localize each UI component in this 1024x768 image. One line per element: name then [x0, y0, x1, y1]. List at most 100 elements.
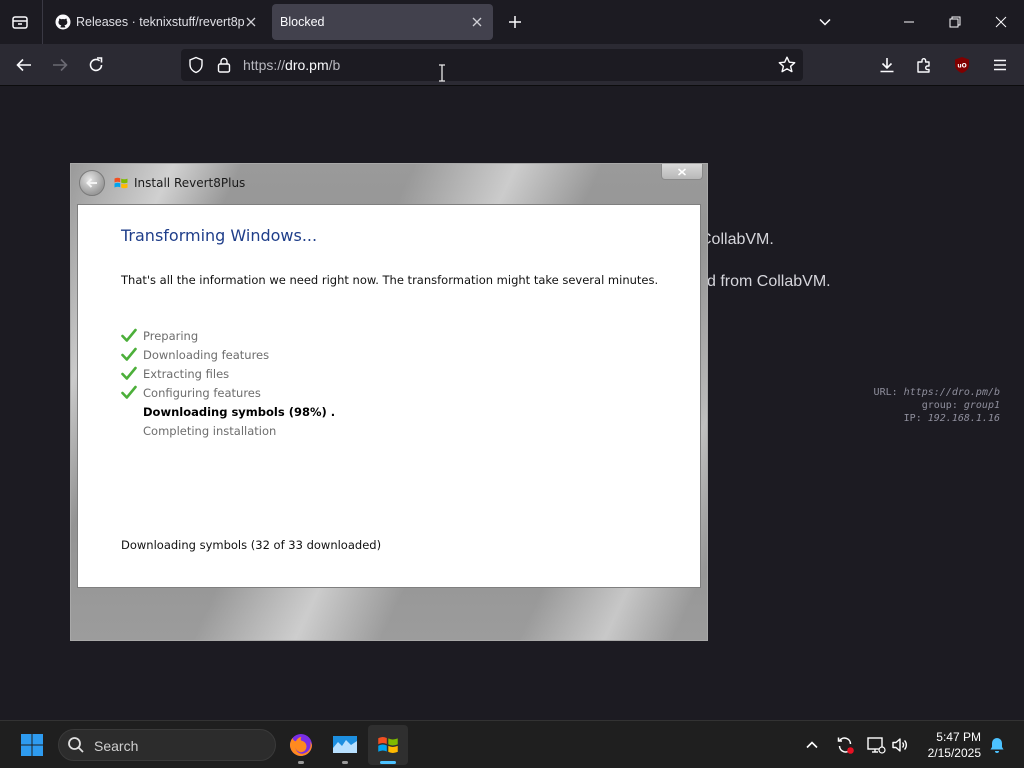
step-label: Downloading features	[143, 348, 270, 362]
step-label: Extracting files	[143, 367, 230, 381]
tray-volume-button[interactable]	[889, 734, 911, 756]
running-indicator	[298, 761, 304, 764]
taskbar-vm-viewer[interactable]	[325, 725, 365, 765]
url-host: dro.pm	[285, 57, 329, 73]
step-label: Configuring features	[143, 386, 261, 400]
chevron-down-icon	[819, 18, 831, 26]
taskbar-search[interactable]: Search	[58, 729, 276, 761]
installer-close-button[interactable]	[661, 164, 703, 180]
chevron-up-icon	[806, 741, 818, 749]
tab-close-button[interactable]	[243, 14, 259, 30]
checkmark-icon	[121, 385, 137, 399]
checkmark-icon	[121, 328, 137, 342]
speaker-icon	[892, 738, 907, 752]
close-icon	[472, 17, 482, 27]
step-label: Downloading symbols (98%) .	[143, 405, 336, 419]
vm-viewer-icon	[333, 736, 357, 753]
network-icon	[867, 737, 886, 754]
clock-date: 2/15/2025	[927, 746, 981, 760]
page-text-line-1: CollabVM.	[700, 231, 774, 248]
url-scheme: https://	[243, 57, 286, 73]
windows-flag-icon	[378, 737, 398, 753]
ublock-shield-icon: uO	[955, 57, 969, 73]
installer-content-panel: Transforming Windows... That's all the i…	[77, 204, 701, 588]
meta-value: group1	[963, 400, 1000, 411]
bookmark-star-icon[interactable]	[777, 55, 797, 75]
bell-icon	[990, 738, 1004, 753]
github-icon	[55, 14, 71, 30]
meta-key: group:	[921, 400, 958, 411]
windows-logo-icon	[114, 177, 128, 189]
taskbar-installer[interactable]	[368, 725, 408, 765]
hamburger-menu-icon	[994, 59, 1006, 71]
tab-close-button[interactable]	[469, 14, 485, 30]
arrow-left-icon	[16, 58, 31, 72]
minimize-icon	[904, 21, 914, 23]
installer-status-text: Downloading symbols (32 of 33 downloaded…	[121, 538, 382, 552]
svg-text:uO: uO	[957, 63, 966, 70]
checkmark-icon	[121, 347, 137, 361]
minimize-button[interactable]	[886, 6, 932, 38]
connection-info: URL: https://dro.pm/b group: group1 IP: …	[874, 386, 1000, 425]
arrow-left-icon	[86, 178, 97, 188]
puzzle-icon	[917, 58, 930, 73]
back-button[interactable]	[79, 170, 105, 196]
url-text[interactable]: https://dro.pm/b	[243, 57, 340, 73]
arrow-right-icon	[53, 58, 68, 72]
back-button[interactable]	[9, 50, 39, 80]
ublock-origin-button[interactable]: uO	[947, 50, 977, 80]
restore-button[interactable]	[932, 6, 978, 38]
start-button[interactable]	[14, 730, 50, 760]
reload-icon	[89, 57, 103, 72]
show-hidden-icons-button[interactable]	[801, 734, 823, 756]
step-label: Completing installation	[143, 424, 277, 438]
tray-sync-button[interactable]	[834, 734, 856, 756]
tab-releases[interactable]: Releases · teknixstuff/revert8plus	[47, 4, 267, 40]
lock-icon[interactable]	[215, 56, 233, 74]
meta-key: IP:	[903, 413, 922, 424]
tab-title: Releases · teknixstuff/revert8plus	[76, 15, 244, 29]
page-text-line-2: d from CollabVM.	[707, 273, 831, 290]
taskbar-firefox[interactable]	[281, 725, 321, 765]
tray-network-button[interactable]	[865, 734, 887, 756]
installer-description: That's all the information we need right…	[121, 273, 659, 287]
reload-button[interactable]	[81, 50, 111, 80]
tab-blocked[interactable]: Blocked	[272, 4, 493, 40]
tab-title: Blocked	[280, 15, 325, 29]
app-menu-button[interactable]	[985, 50, 1015, 80]
tab-strip: Releases · teknixstuff/revert8plus Block…	[0, 0, 1024, 44]
meta-value: https://dro.pm/b	[903, 387, 1000, 398]
extensions-button[interactable]	[909, 50, 939, 80]
download-icon	[880, 58, 894, 73]
active-indicator	[380, 761, 396, 764]
tab-list-button[interactable]	[6, 8, 34, 36]
close-window-button[interactable]	[978, 6, 1024, 38]
meta-value: 192.168.1.16	[927, 413, 1000, 424]
list-all-tabs-button[interactable]	[812, 9, 838, 35]
step-label: Preparing	[143, 329, 199, 343]
taskbar-clock[interactable]: 5:47 PM 2/15/2025	[928, 729, 981, 761]
address-bar[interactable]: https://dro.pm/b	[181, 49, 803, 81]
meta-key: URL:	[873, 387, 898, 398]
restore-icon	[949, 16, 961, 28]
plus-icon	[509, 16, 521, 28]
url-path: /b	[328, 57, 341, 73]
installer-heading: Transforming Windows...	[121, 226, 318, 245]
meta-group-row: group: group1	[874, 399, 1000, 412]
search-icon	[68, 737, 84, 753]
close-icon	[678, 167, 686, 176]
installer-window-title: Install Revert8Plus	[134, 176, 246, 190]
forward-button[interactable]	[45, 50, 75, 80]
running-indicator	[342, 761, 348, 764]
tab-separator	[42, 0, 43, 44]
text-cursor-icon	[439, 64, 445, 82]
sync-alert-icon	[837, 737, 854, 754]
meta-url-row: URL: https://dro.pm/b	[874, 386, 1000, 399]
downloads-button[interactable]	[872, 50, 902, 80]
windows-start-icon	[21, 734, 43, 756]
checkmark-icon	[121, 366, 137, 380]
new-tab-button[interactable]	[502, 9, 528, 35]
clock-time: 5:47 PM	[936, 730, 981, 744]
notifications-button[interactable]	[986, 734, 1008, 756]
tracking-protection-icon[interactable]	[187, 56, 205, 74]
